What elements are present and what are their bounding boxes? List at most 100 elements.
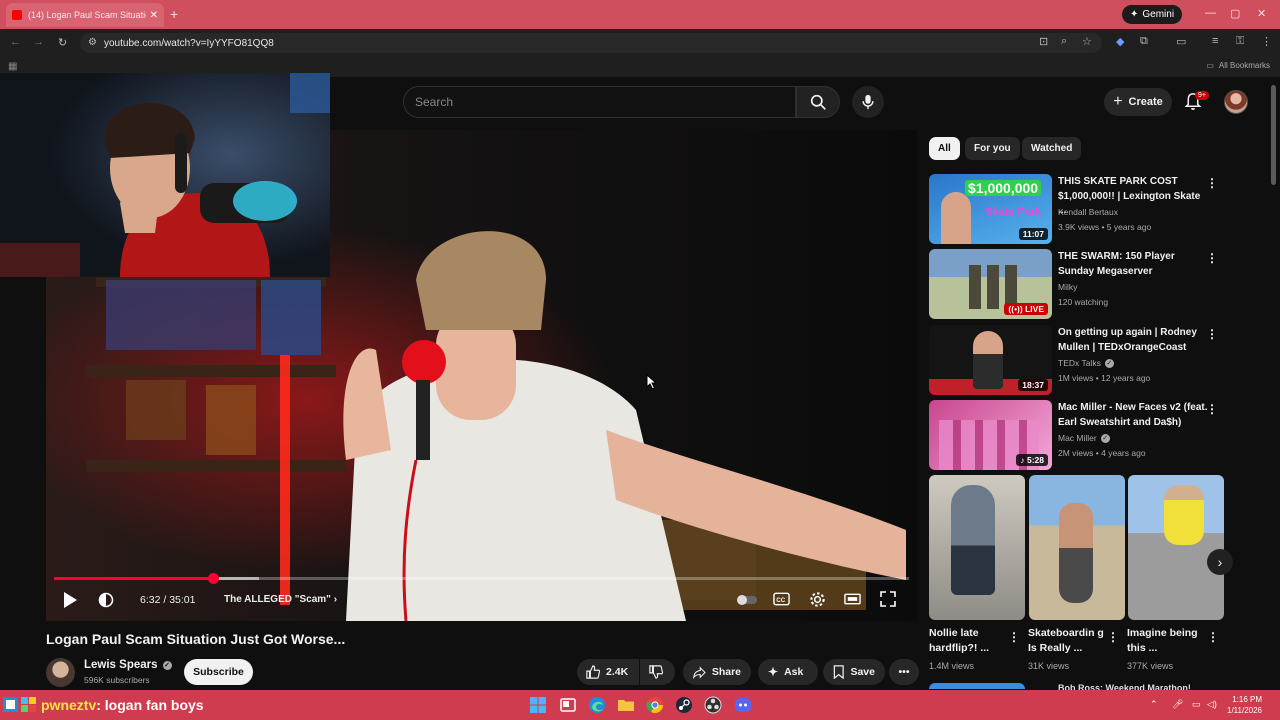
avatar[interactable] (1224, 90, 1248, 114)
tab-title: (14) Logan Paul Scam Situation (28, 10, 146, 20)
page-scrollbar[interactable] (1271, 85, 1276, 185)
channel-avatar[interactable] (46, 658, 75, 687)
live-label: LIVE (1025, 304, 1044, 314)
thumbs-down-icon (649, 665, 663, 679)
short-thumbnail[interactable] (1029, 475, 1125, 620)
fullscreen-icon[interactable] (880, 591, 896, 607)
zoom-icon[interactable]: ⌕ (1061, 35, 1067, 48)
sparkle-icon: ✦ (1130, 9, 1139, 20)
obs-icon[interactable] (704, 696, 722, 714)
channel-name-link[interactable]: Lewis Spears ✓ (84, 659, 172, 671)
reload-icon[interactable]: ↻ (58, 36, 67, 49)
subscribe-button[interactable]: Subscribe (184, 659, 253, 685)
chrome-icon[interactable] (646, 696, 664, 714)
recommendation-item[interactable]: $1,000,000 Skate Park 11:07 THIS SKATE P… (929, 174, 1224, 244)
short-thumbnail[interactable] (929, 475, 1025, 620)
search-input[interactable]: Search (403, 86, 796, 118)
sparkle-icon: ✦ (768, 665, 779, 679)
extensions-icon[interactable]: ⧉ (1140, 35, 1148, 48)
more-vert-icon[interactable]: ⋮ (1107, 630, 1119, 644)
play-icon[interactable] (62, 591, 78, 609)
clock-time: 1:16 PM (1232, 695, 1262, 704)
bookmark-star-icon[interactable]: ☆ (1082, 35, 1092, 48)
task-view-icon[interactable] (559, 696, 577, 714)
side-panel-icon[interactable]: ▭ (1176, 35, 1186, 48)
video-thumbnail[interactable]: ((•)) LIVE (929, 249, 1052, 319)
close-tab-icon[interactable]: ✕ (150, 10, 158, 21)
more-vert-icon[interactable]: ⋮ (1206, 402, 1218, 416)
profile-key-icon[interactable]: ⚿ (1236, 35, 1244, 48)
chapter-button[interactable]: The ALLEGED "Scam" › (224, 594, 337, 605)
browser-tab[interactable]: (14) Logan Paul Scam Situation ✕ (6, 3, 164, 27)
shorts-next-button[interactable]: › (1207, 549, 1233, 575)
clock-date: 1/11/2026 (1227, 706, 1262, 715)
steam-icon[interactable] (675, 696, 693, 714)
apps-grid-icon[interactable]: ▦ (8, 61, 17, 72)
dislike-button[interactable] (640, 659, 675, 685)
more-vert-icon[interactable]: ⋮ (1206, 176, 1218, 190)
short-thumbnail[interactable] (1128, 475, 1224, 620)
thumbnail-subtext: Skate Park (985, 206, 1042, 218)
recommendation-item[interactable]: ((•)) LIVE THE SWARM: 150 Player Sunday … (929, 249, 1224, 319)
network-icon[interactable]: ▭ (1192, 699, 1201, 710)
chip-for-you[interactable]: For you (965, 137, 1020, 160)
thumbnail-text: $1,000,000 (965, 180, 1042, 196)
live-dot-icon: ((•)) (1008, 304, 1026, 314)
volume-tray-icon[interactable]: ◁) (1207, 699, 1217, 710)
system-clock[interactable]: 1:16 PM 1/11/2026 (1227, 694, 1262, 716)
chip-all[interactable]: All (929, 137, 960, 160)
url-text: youtube.com/watch?v=IyYYFO81QQ8 (104, 37, 274, 49)
ask-button[interactable]: ✦ Ask (758, 659, 818, 685)
like-button[interactable]: 2.4K (577, 659, 639, 685)
more-actions-button[interactable]: ••• (889, 659, 919, 685)
gemini-button[interactable]: ✦ Gemini (1122, 5, 1183, 24)
scrubber-handle[interactable] (208, 573, 220, 584)
settings-gear-icon[interactable] (809, 591, 826, 608)
short-figure (951, 485, 995, 595)
video-thumbnail[interactable]: ♪ 5:28 (929, 400, 1052, 470)
tray-chevron-up-icon[interactable]: ⌃ (1150, 699, 1158, 710)
url-field[interactable]: ⚙ youtube.com/watch?v=IyYYFO81QQ8 (80, 33, 1102, 53)
browser-menu-icon[interactable]: ⋮ (1261, 35, 1272, 48)
new-tab-icon[interactable]: + (170, 6, 178, 22)
all-bookmarks-button[interactable]: ▭ All Bookmarks (1206, 61, 1270, 70)
chip-watched[interactable]: Watched (1022, 137, 1082, 160)
next-item-thumbnail[interactable] (929, 683, 1025, 689)
share-button[interactable]: Share (683, 659, 751, 685)
svg-text:CC: CC (776, 597, 785, 604)
recommendation-item[interactable]: ♪ 5:28 Mac Miller - New Faces v2 (feat. … (929, 400, 1224, 470)
mic-tray-icon[interactable]: 🎤︎ (1172, 699, 1183, 710)
minimize-icon[interactable]: — (1205, 7, 1216, 19)
more-vert-icon[interactable]: ⋮ (1008, 630, 1020, 644)
more-vert-icon[interactable]: ⋮ (1207, 630, 1219, 644)
forward-icon[interactable]: → (33, 36, 44, 48)
install-app-icon[interactable]: ⊡ (1039, 35, 1048, 48)
volume-icon[interactable] (98, 591, 114, 609)
file-explorer-icon[interactable] (617, 696, 635, 714)
more-vert-icon[interactable]: ⋮ (1206, 251, 1218, 265)
menu-lines-icon[interactable]: ≡ (1212, 35, 1218, 47)
captions-icon[interactable]: CC (773, 591, 790, 607)
thumbnail-person (941, 192, 971, 244)
recommendation-item[interactable]: 18:37 On getting up again | Rodney Mulle… (929, 325, 1224, 395)
search-button[interactable] (796, 86, 840, 118)
edge-browser-icon[interactable] (588, 696, 606, 714)
video-thumbnail[interactable]: $1,000,000 Skate Park 11:07 (929, 174, 1052, 244)
chevron-right-icon: › (1217, 554, 1223, 570)
voice-search-button[interactable] (852, 86, 884, 118)
save-button[interactable]: Save (823, 659, 885, 685)
windows-start-icon[interactable] (529, 696, 547, 714)
create-label: Create (1128, 96, 1163, 108)
create-button[interactable]: + Create (1104, 88, 1172, 116)
extension-icon[interactable]: ◆ (1116, 35, 1124, 48)
share-label: Share (711, 666, 741, 678)
discord-icon[interactable] (734, 696, 752, 714)
more-vert-icon[interactable]: ⋮ (1206, 327, 1218, 341)
autoplay-toggle-icon[interactable] (736, 594, 758, 606)
site-info-icon[interactable]: ⚙ (88, 37, 97, 48)
back-icon[interactable]: ← (10, 36, 21, 48)
theater-mode-icon[interactable] (844, 591, 861, 607)
video-thumbnail[interactable]: 18:37 (929, 325, 1052, 395)
window-close-icon[interactable]: ✕ (1257, 7, 1266, 20)
maximize-icon[interactable]: ▢ (1230, 7, 1240, 20)
